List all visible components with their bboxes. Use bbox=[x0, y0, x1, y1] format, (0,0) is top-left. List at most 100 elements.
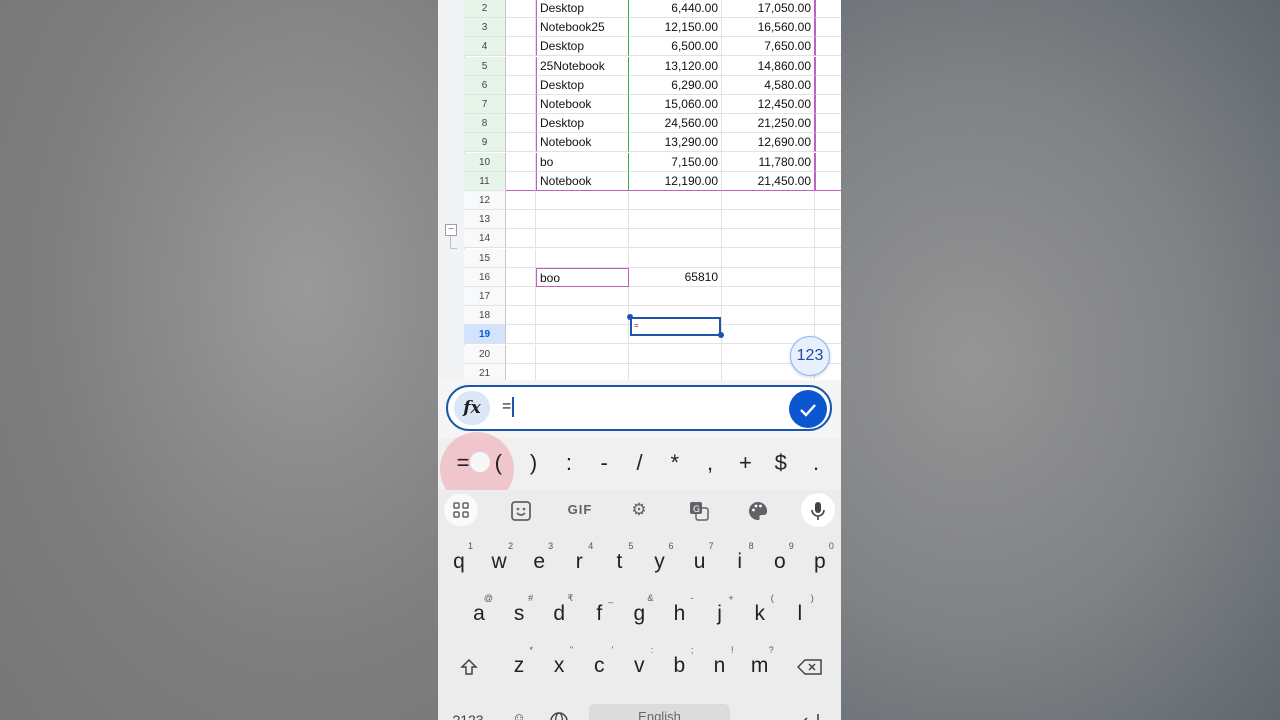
row-header[interactable]: 21 bbox=[464, 363, 506, 380]
key-h[interactable]: h- bbox=[662, 590, 698, 634]
key-t[interactable]: t5 bbox=[601, 538, 637, 582]
row-header[interactable]: 4 bbox=[464, 37, 506, 57]
table-cell[interactable] bbox=[536, 306, 629, 326]
fx-icon[interactable]: fx bbox=[454, 391, 490, 425]
row-header[interactable]: 13 bbox=[464, 210, 506, 230]
key-v[interactable]: v: bbox=[621, 642, 657, 686]
globe-icon[interactable] bbox=[541, 696, 577, 720]
table-cell[interactable] bbox=[722, 191, 815, 210]
symbol-key[interactable]: / bbox=[625, 450, 655, 476]
row-header[interactable]: 18 bbox=[464, 306, 506, 326]
row-header[interactable]: 11 bbox=[464, 171, 506, 191]
gear-icon[interactable]: ⚙ bbox=[621, 496, 657, 524]
key-i[interactable]: i8 bbox=[722, 538, 758, 582]
table-cell[interactable] bbox=[815, 268, 841, 287]
table-cell[interactable]: 24,560.00 bbox=[629, 114, 722, 134]
key-y[interactable]: y6 bbox=[642, 538, 678, 582]
table-cell[interactable] bbox=[722, 287, 815, 306]
symbol-key[interactable]: . bbox=[801, 450, 831, 476]
row-header[interactable]: 17 bbox=[464, 287, 506, 306]
formula-input[interactable]: = bbox=[502, 397, 515, 417]
table-cell[interactable] bbox=[629, 191, 722, 210]
key-x[interactable]: x " bbox=[541, 642, 577, 686]
table-cell[interactable]: 4,580.00 bbox=[722, 75, 815, 95]
table-cell[interactable] bbox=[536, 229, 629, 249]
table-cell[interactable] bbox=[536, 191, 629, 210]
space-bar[interactable]: English bbox=[589, 704, 730, 720]
key-m[interactable]: m? bbox=[742, 642, 778, 686]
row-header[interactable]: 5 bbox=[464, 56, 506, 76]
table-cell[interactable]: 11,780.00 bbox=[722, 152, 815, 172]
table-cell[interactable]: bo bbox=[536, 152, 629, 172]
table-cell[interactable]: 25Notebook bbox=[536, 56, 629, 76]
table-cell[interactable] bbox=[815, 95, 841, 114]
symbol-key[interactable]: ( bbox=[483, 450, 513, 476]
palette-icon[interactable] bbox=[740, 496, 776, 524]
table-cell[interactable]: 12,690.00 bbox=[722, 133, 815, 153]
enter-key[interactable] bbox=[792, 696, 828, 720]
symbol-key[interactable]: : bbox=[554, 450, 584, 476]
table-cell[interactable] bbox=[506, 0, 536, 18]
key-z[interactable]: z * bbox=[501, 642, 537, 686]
key-j[interactable]: j + bbox=[702, 590, 738, 634]
confirm-check-button[interactable] bbox=[789, 390, 827, 428]
key-f[interactable]: f _ bbox=[581, 590, 617, 634]
table-cell[interactable] bbox=[506, 37, 536, 57]
table-cell[interactable]: 16,560.00 bbox=[722, 18, 815, 38]
table-cell[interactable] bbox=[815, 133, 841, 153]
table-cell[interactable] bbox=[815, 249, 841, 268]
table-cell[interactable] bbox=[629, 210, 722, 230]
key-d[interactable]: d ₹ bbox=[541, 590, 577, 634]
table-cell[interactable] bbox=[815, 287, 841, 306]
table-cell[interactable]: boo bbox=[536, 267, 629, 287]
symbol-key[interactable]: $ bbox=[766, 450, 796, 476]
table-cell[interactable] bbox=[506, 95, 536, 114]
row-header[interactable]: 7 bbox=[464, 95, 506, 114]
table-cell[interactable] bbox=[629, 229, 722, 249]
row-header[interactable]: 8 bbox=[464, 114, 506, 134]
key-k[interactable]: k( bbox=[742, 590, 778, 634]
table-cell[interactable] bbox=[815, 114, 841, 134]
table-cell[interactable]: Notebook bbox=[536, 171, 629, 191]
table-cell[interactable]: 15,060.00 bbox=[629, 95, 722, 114]
table-cell[interactable]: Desktop bbox=[536, 114, 629, 134]
apps-grid-button[interactable] bbox=[444, 494, 478, 526]
table-cell[interactable]: 12,190.00 bbox=[629, 171, 722, 191]
table-cell[interactable] bbox=[536, 325, 629, 345]
backspace-key[interactable] bbox=[792, 642, 828, 686]
table-cell[interactable] bbox=[506, 344, 536, 364]
row-header[interactable]: 2 bbox=[464, 0, 506, 18]
table-cell[interactable]: Desktop bbox=[536, 0, 629, 18]
key-p[interactable]: p0 bbox=[802, 538, 838, 582]
row-header[interactable]: 6 bbox=[464, 75, 506, 95]
table-cell[interactable] bbox=[506, 267, 536, 287]
table-cell[interactable]: 13,120.00 bbox=[629, 56, 722, 76]
microphone-icon[interactable] bbox=[801, 493, 835, 527]
row-header[interactable]: 9 bbox=[464, 133, 506, 153]
table-cell[interactable]: 17,050.00 bbox=[722, 0, 815, 18]
table-cell[interactable] bbox=[506, 75, 536, 95]
table-cell[interactable] bbox=[506, 363, 536, 380]
table-cell[interactable] bbox=[536, 344, 629, 364]
symbol-key[interactable]: + bbox=[730, 450, 760, 476]
table-cell[interactable]: 21,250.00 bbox=[722, 114, 815, 134]
active-cell[interactable]: = bbox=[630, 317, 721, 336]
table-cell[interactable] bbox=[815, 210, 841, 230]
numbers-symbols-key[interactable]: ?123 bbox=[446, 696, 490, 720]
table-cell[interactable] bbox=[722, 248, 815, 268]
symbol-key[interactable]: - bbox=[589, 450, 619, 476]
key-o[interactable]: o9 bbox=[762, 538, 798, 582]
table-cell[interactable]: 21,450.00 bbox=[722, 171, 815, 191]
table-cell[interactable] bbox=[506, 325, 536, 345]
shift-key[interactable] bbox=[451, 642, 487, 686]
selection-handle-bottom[interactable] bbox=[718, 332, 724, 338]
table-cell[interactable]: Desktop bbox=[536, 37, 629, 57]
key-a[interactable]: a @ bbox=[461, 590, 497, 634]
table-cell[interactable]: 6,290.00 bbox=[629, 75, 722, 95]
table-cell[interactable] bbox=[722, 267, 815, 287]
table-cell[interactable]: 7,150.00 bbox=[629, 152, 722, 172]
table-cell[interactable] bbox=[815, 191, 841, 210]
table-cell[interactable]: 12,450.00 bbox=[722, 95, 815, 114]
row-header[interactable]: 20 bbox=[464, 344, 506, 364]
table-cell[interactable] bbox=[506, 171, 536, 191]
